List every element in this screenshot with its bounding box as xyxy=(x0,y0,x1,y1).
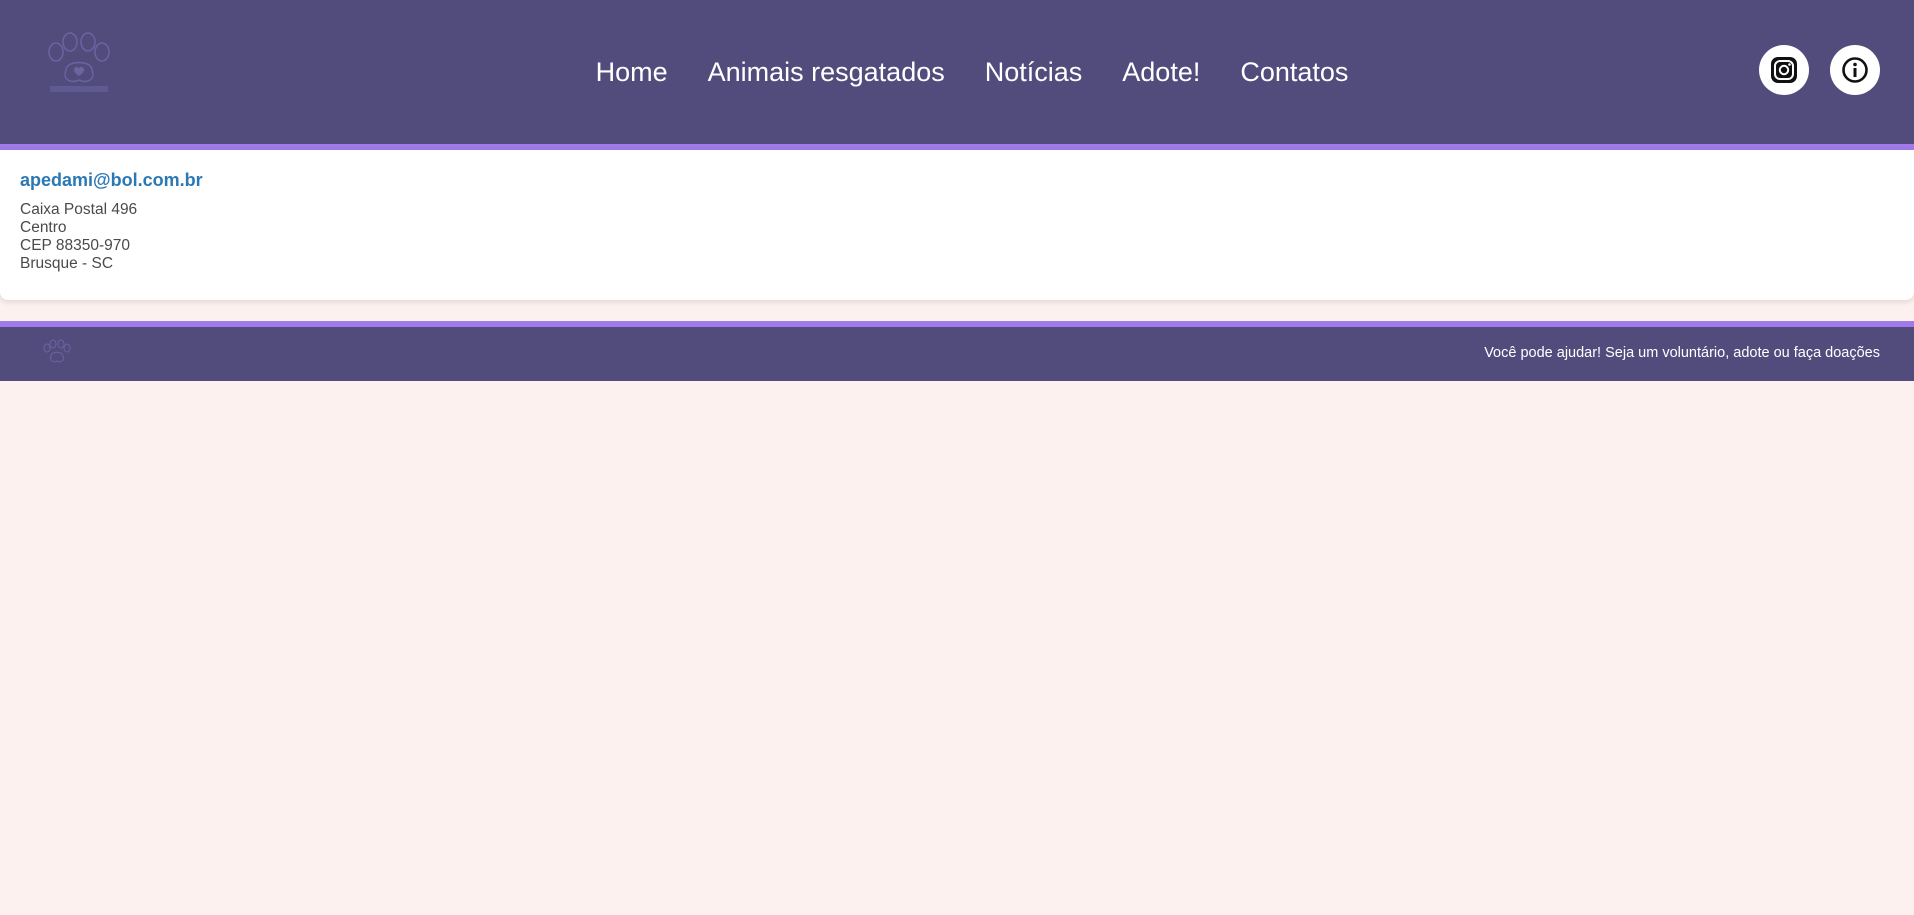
address-line: CEP 88350-970 xyxy=(20,237,131,254)
main-nav: Home Animais resgatados Notícias Adote! … xyxy=(0,52,1914,92)
site-header: Home Animais resgatados Notícias Adote! … xyxy=(0,0,1914,150)
nav-contatos[interactable]: Contatos xyxy=(1240,52,1348,92)
instagram-icon xyxy=(1771,57,1797,83)
footer-paw-logo-icon xyxy=(40,339,74,367)
nav-adote[interactable]: Adote! xyxy=(1122,52,1200,92)
nav-noticias[interactable]: Notícias xyxy=(985,52,1083,92)
footer-tagline: Você pode ajudar! Seja um voluntário, ad… xyxy=(1484,345,1880,361)
address-line: Centro xyxy=(20,219,67,236)
nav-animais-resgatados[interactable]: Animais resgatados xyxy=(708,52,945,92)
address-line: Brusque - SC xyxy=(20,255,114,272)
info-icon xyxy=(1842,57,1868,83)
address-line: Caixa Postal 496 xyxy=(20,201,138,218)
nav-home[interactable]: Home xyxy=(596,52,668,92)
instagram-button[interactable] xyxy=(1759,45,1809,95)
info-button[interactable] xyxy=(1830,45,1880,95)
contact-email-link[interactable]: apedami@bol.com.br xyxy=(20,170,1894,191)
site-footer: Você pode ajudar! Seja um voluntário, ad… xyxy=(0,321,1914,381)
contact-card: apedami@bol.com.br Caixa Postal 496 Cent… xyxy=(0,150,1914,300)
